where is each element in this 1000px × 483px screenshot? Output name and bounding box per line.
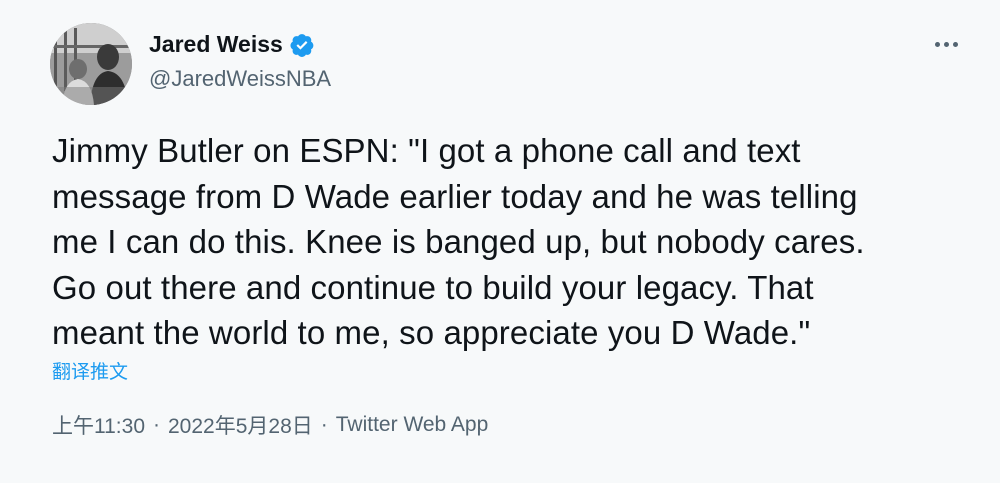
verified-badge-icon <box>289 32 315 58</box>
tweet-text: Jimmy Butler on ESPN: "I got a phone cal… <box>52 128 972 356</box>
meta-separator: · <box>320 413 328 436</box>
tweet-time[interactable]: 上午11:30 <box>52 410 145 440</box>
tweet-text-line: me I can do this. Knee is banged up, but… <box>52 223 865 260</box>
meta-separator: · <box>153 413 160 436</box>
profile-photo-icon <box>50 23 132 105</box>
tweet-date[interactable]: 2022年5月28日 <box>168 410 313 440</box>
translate-tweet-link[interactable]: 翻译推文 <box>52 357 128 384</box>
tweet-metadata: 上午11:30 · 2022年5月28日 · Twitter Web App <box>52 410 488 440</box>
tweet-text-line: Go out there and continue to build your … <box>52 268 814 306</box>
more-horizontal-icon <box>943 41 949 47</box>
tweet-text-line: meant the world to me, so appreciate you… <box>52 314 811 351</box>
tweet-text-line: message from D Wade earlier today and he… <box>52 177 858 215</box>
tweet-card: Jared Weiss @JaredWeissNBA Jimmy Butler … <box>0 0 1000 483</box>
author-name-row: Jared Weiss <box>149 31 315 58</box>
tweet-source[interactable]: Twitter Web App <box>336 413 489 437</box>
more-horizontal-icon <box>934 41 940 47</box>
author-handle[interactable]: @JaredWeissNBA <box>149 66 331 92</box>
more-options-button[interactable] <box>926 32 966 56</box>
tweet-text-line: Jimmy Butler on ESPN: "I got a phone cal… <box>52 132 801 169</box>
avatar[interactable] <box>50 23 132 105</box>
author-display-name[interactable]: Jared Weiss <box>149 31 283 58</box>
more-horizontal-icon <box>952 41 958 47</box>
